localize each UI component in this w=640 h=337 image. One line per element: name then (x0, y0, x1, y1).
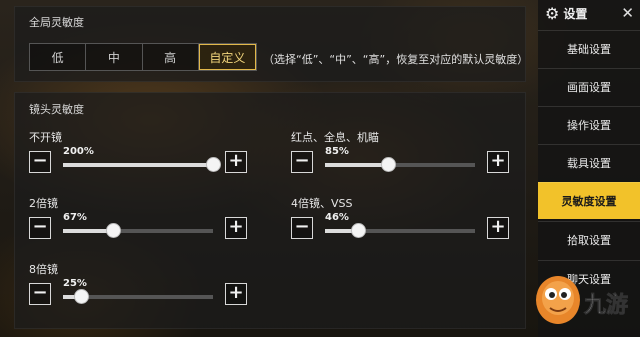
slider-thumb[interactable] (105, 223, 121, 238)
gear-icon: ⚙ (545, 3, 560, 23)
slider-no-scope: 不开镜 − 200% + (29, 129, 249, 185)
slider-track[interactable] (63, 223, 213, 238)
increase-button[interactable]: + (487, 217, 509, 239)
slider-label: 4倍镜、VSS (291, 197, 353, 210)
mode-high-button[interactable]: 高 (143, 44, 199, 70)
slider-value: 85% (325, 146, 349, 157)
decrease-button[interactable]: − (29, 217, 51, 239)
slider-track[interactable] (325, 223, 475, 238)
scope-sensitivity-panel: 镜头灵敏度 不开镜 − 200% + 红点、全息、机瞄 − 85% + 2倍镜 … (14, 92, 526, 329)
sidebar-item-pickup[interactable]: 拾取设置 (538, 221, 640, 258)
slider-thumb[interactable] (74, 289, 89, 304)
increase-button[interactable]: + (225, 283, 247, 305)
sidebar-item-graphics[interactable]: 画面设置 (538, 68, 640, 105)
slider-label: 8倍镜 (29, 263, 58, 276)
slider-red-dot-holo-iron: 红点、全息、机瞄 − 85% + (291, 129, 511, 185)
mode-low-button[interactable]: 低 (30, 44, 87, 70)
jiuyou-watermark-logo: 九游 (536, 276, 628, 324)
slider-4x-vss-scope: 4倍镜、VSS − 46% + (291, 195, 511, 251)
sidebar-item-vehicle[interactable]: 载具设置 (538, 144, 640, 181)
increase-button[interactable]: + (487, 151, 509, 173)
scope-sensitivity-title: 镜头灵敏度 (29, 103, 84, 116)
slider-2x-scope: 2倍镜 − 67% + (29, 195, 249, 251)
mode-medium-button[interactable]: 中 (86, 44, 143, 70)
slider-thumb[interactable] (206, 157, 221, 172)
sidebar-title: 设置 (563, 6, 588, 21)
slider-track[interactable] (325, 157, 475, 172)
increase-button[interactable]: + (225, 217, 247, 239)
slider-thumb[interactable] (351, 223, 366, 238)
increase-button[interactable]: + (225, 151, 247, 173)
sidebar-header: ⚙ 设置 ✕ (538, 0, 640, 26)
global-sensitivity-panel: 全局灵敏度 低 中 高 自定义 （选择“低”、“中”、“高”，恢复至对应的默认灵… (14, 6, 529, 82)
slider-fill (325, 163, 388, 167)
slider-track[interactable] (63, 289, 213, 304)
slider-8x-scope: 8倍镜 − 25% + (29, 261, 249, 317)
slider-track[interactable] (63, 157, 221, 172)
watermark-text: 九游 (583, 292, 628, 318)
decrease-button[interactable]: − (291, 217, 313, 239)
slider-value: 67% (63, 212, 87, 223)
slider-fill (63, 163, 213, 167)
slider-value: 25% (63, 278, 87, 289)
close-icon[interactable]: ✕ (621, 4, 634, 22)
slider-value: 200% (63, 146, 94, 157)
decrease-button[interactable]: − (29, 151, 51, 173)
global-sensitivity-title: 全局灵敏度 (29, 16, 84, 29)
slider-thumb[interactable] (381, 157, 396, 172)
sidebar-item-sensitivity[interactable]: 灵敏度设置 (538, 182, 640, 219)
slider-label: 2倍镜 (29, 197, 58, 210)
slider-label: 不开镜 (29, 131, 62, 144)
decrease-button[interactable]: − (291, 151, 313, 173)
sidebar-item-controls[interactable]: 操作设置 (538, 106, 640, 143)
sensitivity-mode-selector: 低 中 高 自定义 (29, 43, 257, 71)
mode-custom-button[interactable]: 自定义 (198, 44, 256, 70)
mode-hint-text: （选择“低”、“中”、“高”，恢复至对应的默认灵敏度） (263, 53, 529, 66)
slider-value: 46% (325, 212, 349, 223)
slider-label: 红点、全息、机瞄 (291, 131, 379, 144)
sidebar-item-basic[interactable]: 基础设置 (538, 30, 640, 67)
decrease-button[interactable]: − (29, 283, 51, 305)
